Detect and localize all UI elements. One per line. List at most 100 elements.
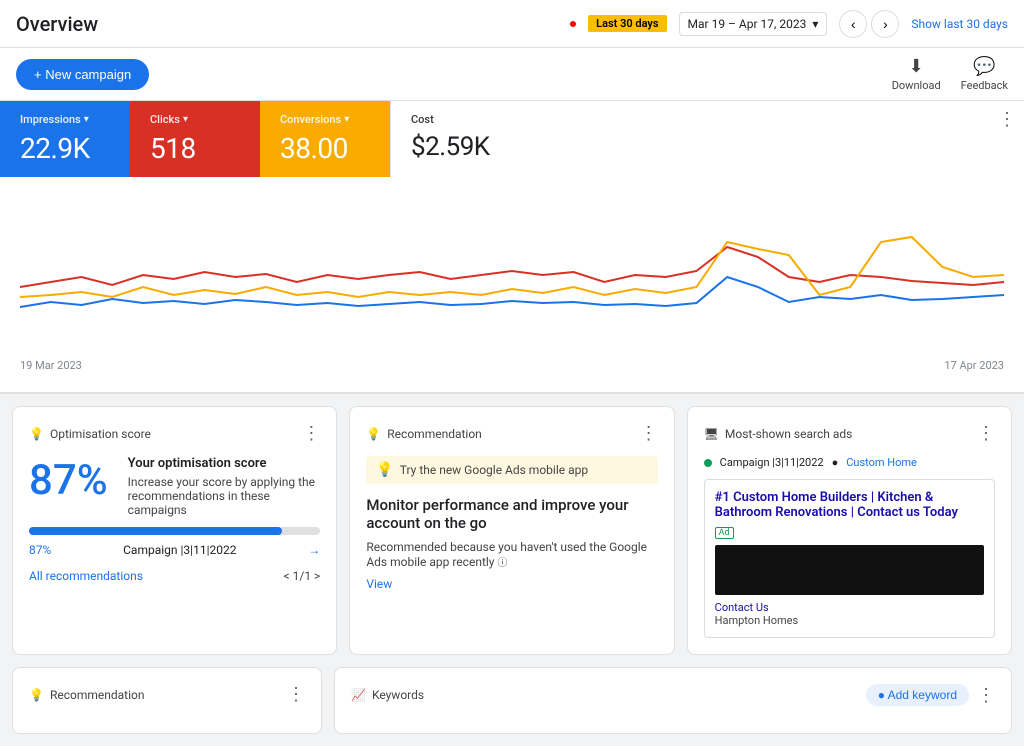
lightbulb-icon: 💡 [29, 427, 44, 441]
campaign-tag: Campaign |3|11|2022 [720, 456, 824, 469]
impressions-value: 22.9K [20, 132, 110, 165]
chevron-down-icon: ▾ [84, 114, 89, 125]
chart-area: 19 Mar 2023 17 Apr 2023 [0, 177, 1024, 393]
toolbar: + New campaign ⬇ Download 💬 Feedback [0, 48, 1024, 101]
dot-separator: ● [832, 456, 839, 469]
nav-arrows: ‹ › [839, 10, 899, 38]
trend-icon: 📈 [351, 688, 366, 702]
toolbar-right: ⬇ Download 💬 Feedback [892, 56, 1008, 92]
download-label: Download [892, 79, 941, 92]
rec-main-title: Monitor performance and improve your acc… [366, 496, 657, 532]
optimisation-panel: 💡 Optimisation score ⋮ 87% Your optimisa… [12, 406, 337, 655]
ad-preview-title: #1 Custom Home Builders | Kitchen & Bath… [715, 490, 984, 520]
metrics-more-icon[interactable]: ⋮ [998, 109, 1016, 130]
monitor-icon: 🖥 [704, 427, 719, 441]
metric-conversions[interactable]: Conversions ▾ 38.00 [260, 101, 390, 177]
custom-home-tag: Custom Home [846, 456, 917, 469]
download-icon: ⬇ [909, 56, 924, 77]
recommendation-panel-title: 💡 Recommendation [366, 427, 481, 441]
alert-dot [570, 21, 576, 27]
feedback-icon: 💬 [973, 56, 995, 77]
bottom-rec-header: 💡 Recommendation ⋮ [29, 684, 305, 705]
campaign-name: Campaign |3|11|2022 [123, 543, 236, 557]
lightbulb-icon: 💡 [29, 688, 44, 702]
progress-bar-wrap [29, 527, 320, 535]
opt-description: Your optimisation score Increase your sc… [128, 456, 321, 517]
opt-score-value: 87% [29, 456, 108, 505]
ad-campaign-tags: Campaign |3|11|2022 ● Custom Home [704, 456, 995, 469]
clicks-value: 518 [150, 132, 240, 165]
performance-chart [20, 187, 1004, 347]
keywords-more-icon[interactable]: ⋮ [977, 685, 995, 706]
campaign-arrow-icon: → [308, 543, 320, 557]
green-dot-icon [704, 459, 712, 467]
progress-bar-fill [29, 527, 282, 535]
metrics-container: Impressions ▾ 22.9K Clicks ▾ 518 Convers… [0, 101, 1024, 394]
bottom-panels: 💡 Optimisation score ⋮ 87% Your optimisa… [0, 394, 1024, 667]
keywords-title: 📈 Keywords [351, 688, 424, 702]
keywords-header: 📈 Keywords ● Add keyword ⋮ [351, 684, 995, 706]
recommendation-more-icon[interactable]: ⋮ [640, 423, 658, 444]
page-title: Overview [16, 12, 558, 36]
ad-preview: #1 Custom Home Builders | Kitchen & Bath… [704, 479, 995, 638]
bottom-row-panels: 💡 Recommendation ⋮ 📈 Keywords ● Add keyw… [0, 667, 1024, 746]
tip-text: Try the new Google Ads mobile app [400, 463, 588, 477]
opt-desc-text: Increase your score by applying the reco… [128, 475, 321, 517]
chevron-down-icon: ▾ [344, 114, 349, 125]
date-range-picker[interactable]: Mar 19 – Apr 17, 2023 ▾ [679, 12, 828, 36]
bottom-rec-title: 💡 Recommendation [29, 688, 144, 702]
clicks-label: Clicks ▾ [150, 113, 240, 126]
conversions-value: 38.00 [280, 132, 370, 165]
download-action[interactable]: ⬇ Download [892, 56, 941, 92]
metric-clicks[interactable]: Clicks ▾ 518 [130, 101, 260, 177]
opt-heading: Your optimisation score [128, 456, 321, 471]
chart-start-date: 19 Mar 2023 [20, 359, 82, 372]
bottom-rec-more-icon[interactable]: ⋮ [287, 684, 305, 705]
optimisation-more-icon[interactable]: ⋮ [302, 423, 320, 444]
next-date-button[interactable]: › [871, 10, 899, 38]
ad-badge: Ad [715, 527, 734, 539]
add-keyword-button[interactable]: ● Add keyword [866, 684, 969, 706]
chart-dates: 19 Mar 2023 17 Apr 2023 [20, 359, 1004, 372]
lightbulb-icon: 💡 [366, 427, 381, 441]
opt-score-row: 87% Your optimisation score Increase you… [29, 456, 320, 517]
ad-image-placeholder [715, 545, 984, 595]
date-badge: Last 30 days [588, 15, 666, 32]
feedback-action[interactable]: 💬 Feedback [961, 56, 1008, 92]
bottom-recommendation-panel: 💡 Recommendation ⋮ [12, 667, 322, 734]
prev-date-button[interactable]: ‹ [839, 10, 867, 38]
chevron-down-icon: ▾ [183, 114, 188, 125]
ads-more-icon[interactable]: ⋮ [977, 423, 995, 444]
all-recommendations-link[interactable]: All recommendations [29, 569, 143, 583]
tip-icon: 💡 [376, 462, 393, 478]
date-range-text: Mar 19 – Apr 17, 2023 [688, 17, 807, 31]
info-icon: ⓘ [497, 558, 507, 569]
keywords-panel: 📈 Keywords ● Add keyword ⋮ [334, 667, 1012, 734]
metric-impressions[interactable]: Impressions ▾ 22.9K [0, 101, 130, 177]
metrics-row: Impressions ▾ 22.9K Clicks ▾ 518 Convers… [0, 101, 1024, 177]
show-last-link[interactable]: Show last 30 days [911, 17, 1008, 31]
feedback-label: Feedback [961, 79, 1008, 92]
recommendation-panel: 💡 Recommendation ⋮ 💡 Try the new Google … [349, 406, 674, 655]
cost-value: $2.59K [411, 132, 500, 162]
rec-body: Recommended because you haven't used the… [366, 540, 657, 569]
metric-cost[interactable]: Cost $2.59K [390, 101, 520, 177]
view-link[interactable]: View [366, 577, 392, 591]
new-campaign-button[interactable]: + New campaign [16, 59, 149, 90]
pagination: < 1/1 > [284, 569, 321, 583]
ads-panel-title: 🖥 Most-shown search ads [704, 427, 853, 441]
campaign-score: 87% [29, 543, 51, 557]
rec-tip: 💡 Try the new Google Ads mobile app [366, 456, 657, 484]
conversions-label: Conversions ▾ [280, 113, 370, 126]
recommendation-panel-header: 💡 Recommendation ⋮ [366, 423, 657, 444]
most-shown-ads-panel: 🖥 Most-shown search ads ⋮ Campaign |3|11… [687, 406, 1012, 655]
ad-company-name: Hampton Homes [715, 614, 984, 627]
optimisation-panel-header: 💡 Optimisation score ⋮ [29, 423, 320, 444]
ads-panel-header: 🖥 Most-shown search ads ⋮ [704, 423, 995, 444]
top-bar: Overview Last 30 days Mar 19 – Apr 17, 2… [0, 0, 1024, 48]
optimisation-panel-title: 💡 Optimisation score [29, 427, 151, 441]
chart-end-date: 17 Apr 2023 [944, 359, 1004, 372]
impressions-label: Impressions ▾ [20, 113, 110, 126]
campaign-row[interactable]: 87% Campaign |3|11|2022 → [29, 543, 320, 557]
ad-contact-link[interactable]: Contact Us [715, 601, 984, 614]
